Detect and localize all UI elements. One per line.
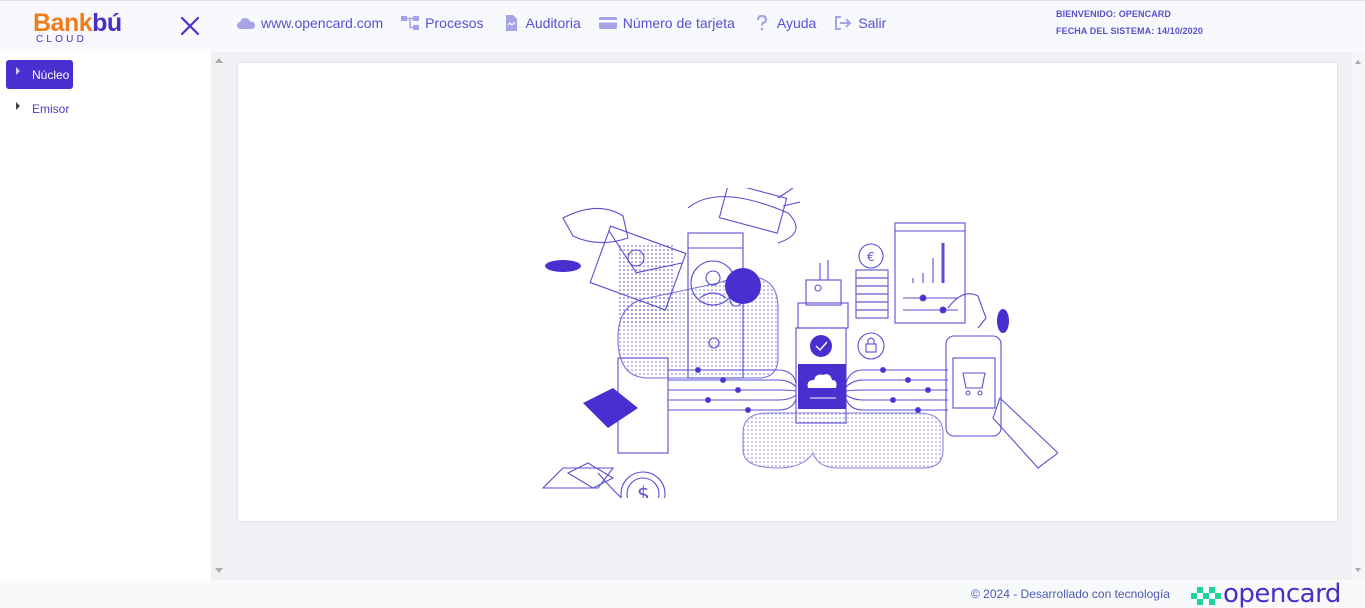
nav-procesos-label: Procesos (425, 15, 484, 31)
sitemap-icon (400, 15, 420, 31)
nav-ayuda[interactable]: Ayuda (752, 14, 817, 31)
logo-word-bu: bú (92, 9, 122, 37)
nav-procesos[interactable]: Procesos (400, 15, 484, 31)
welcome-card: € $ (237, 62, 1338, 522)
fintech-illustration: € $ (541, 188, 1058, 498)
sidebar: Núcleo Emisor (0, 52, 211, 580)
credit-card-icon (598, 15, 618, 31)
question-icon (752, 14, 772, 31)
logout-icon (833, 15, 853, 31)
opencard-logo-text: opencard (1223, 579, 1341, 608)
nav-numero-tarjeta-label: Número de tarjeta (622, 15, 735, 31)
scroll-up-arrow-icon[interactable] (1355, 60, 1361, 64)
nav-ayuda-label: Ayuda (776, 15, 817, 31)
nav-opencard-link[interactable]: www.opencard.com (236, 15, 383, 31)
footer: © 2024 - Desarrollado con tecnología ope… (0, 580, 1365, 608)
nav-salir[interactable]: Salir (833, 15, 886, 31)
welcome-text: BIENVENIDO: OPENCARD (1056, 9, 1172, 19)
close-menu-icon[interactable] (178, 14, 202, 38)
svg-text:$: $ (637, 482, 650, 498)
top-nav: www.opencard.com Procesos Auditoria Núme… (236, 13, 903, 33)
scroll-down-arrow-icon[interactable] (1355, 568, 1361, 572)
sidebar-item-label: Emisor (32, 102, 70, 116)
system-date: FECHA DEL SISTEMA: 14/10/2020 (1056, 26, 1203, 36)
svg-text:€: € (867, 250, 875, 264)
logo-word-bank: Bank (33, 9, 93, 37)
sidebar-item-label: Núcleo (32, 68, 70, 82)
cloud-icon (236, 15, 256, 31)
bankbu-logo[interactable]: Bankbú CLOUD (33, 8, 148, 48)
nav-auditoria[interactable]: Auditoria (501, 15, 581, 31)
sidebar-item-nucleo[interactable]: Núcleo (6, 60, 73, 89)
nav-numero-tarjeta[interactable]: Número de tarjeta (598, 15, 735, 31)
sidebar-item-emisor[interactable]: Emisor (6, 94, 73, 123)
caret-right-icon (16, 67, 20, 75)
nav-salir-label: Salir (858, 15, 887, 31)
logo-subtitle: CLOUD (36, 34, 88, 45)
document-icon (501, 15, 521, 31)
caret-right-icon (16, 102, 20, 110)
top-header: Bankbú CLOUD www.opencard.com Procesos A… (0, 0, 1365, 52)
opencard-logo-mark-icon (1191, 587, 1221, 605)
opencard-logo[interactable]: opencard (1191, 579, 1341, 608)
nav-auditoria-label: Auditoria (525, 15, 581, 31)
user-info: BIENVENIDO: OPENCARD FECHA DEL SISTEMA: … (1056, 6, 1203, 40)
sidebar-scrollbar[interactable] (211, 52, 227, 580)
scroll-up-arrow-icon[interactable] (215, 58, 223, 63)
content-scrollbar[interactable] (1352, 52, 1365, 580)
scroll-down-arrow-icon[interactable] (215, 568, 223, 573)
footer-copyright: © 2024 - Desarrollado con tecnología (971, 587, 1170, 601)
nav-opencard-label: www.opencard.com (261, 15, 384, 31)
